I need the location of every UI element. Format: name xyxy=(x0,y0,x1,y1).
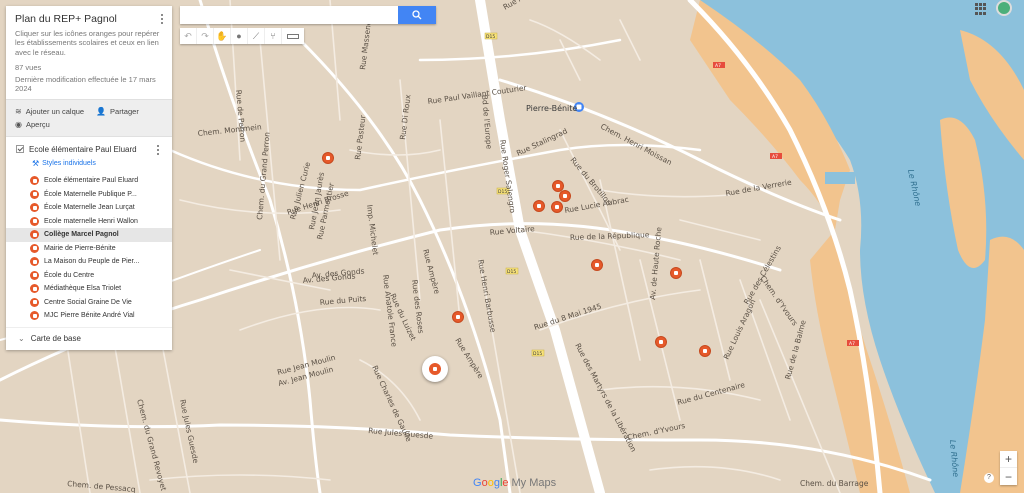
redo-button[interactable]: ↷ xyxy=(197,28,214,44)
add-person-icon: 👤 xyxy=(96,107,107,117)
place-item[interactable]: Médiathèque Elsa Triolet xyxy=(6,282,172,296)
layer-section: Ecole élémentaire Paul Eluard ⚒ Styles i… xyxy=(6,137,172,327)
city-hall-icon xyxy=(30,243,39,253)
apps-grid-icon[interactable] xyxy=(975,3,987,15)
share-button[interactable]: 👤 Partager xyxy=(96,107,139,116)
map-pin-book[interactable] xyxy=(591,259,603,271)
road-badge-label: A7 xyxy=(715,63,721,69)
zoom-controls: + − xyxy=(1000,451,1017,485)
road-badge-label: D15 xyxy=(533,351,542,357)
marker-icon: ● xyxy=(236,31,242,41)
street-label: Chem. du Barrage xyxy=(800,479,869,488)
layer-name[interactable]: Ecole élémentaire Paul Eluard xyxy=(29,145,137,154)
road-badge-label: A7 xyxy=(849,341,855,347)
map-options-icon[interactable] xyxy=(161,14,164,26)
place-item[interactable]: MJC Pierre Bénite André Vial xyxy=(6,309,172,323)
add-marker-button[interactable]: ● xyxy=(231,28,248,44)
undo-icon: ↶ xyxy=(184,30,192,41)
eye-icon: ◉ xyxy=(15,120,22,130)
preview-label: Aperçu xyxy=(25,120,50,130)
add-layer-label: Ajouter un calque xyxy=(25,107,85,117)
school-icon xyxy=(30,203,39,213)
zoom-out-button[interactable]: − xyxy=(1000,468,1017,485)
draw-line-button[interactable]: ⟋ xyxy=(248,28,265,44)
base-map-label: Carte de base xyxy=(30,333,81,343)
help-icon[interactable]: ? xyxy=(984,473,994,483)
map-pin-school[interactable] xyxy=(655,336,667,348)
place-item[interactable]: La Maison du Peuple de Pier... xyxy=(6,255,172,269)
google-my-maps-logo: Google My Maps xyxy=(473,477,557,489)
school-icon xyxy=(30,270,39,280)
map-pin-building[interactable] xyxy=(670,267,682,279)
places-list: Ecole élémentaire Paul Eluard École Mate… xyxy=(6,174,172,323)
measure-button[interactable] xyxy=(282,28,304,44)
chevron-down-icon: ⌄ xyxy=(18,333,25,343)
line-icon: ⟋ xyxy=(252,30,260,41)
place-item[interactable]: École Maternelle Jean Lurçat xyxy=(6,201,172,215)
directions-icon: ⑂ xyxy=(270,31,276,41)
map-toolbar: ↶ ↷ ✋ ● ⟋ ⑂ xyxy=(180,28,304,44)
redo-icon: ↷ xyxy=(201,30,209,41)
paint-roller-icon: ⚒ xyxy=(32,159,40,169)
last-modified: Dernière modification effectuée le 17 ma… xyxy=(15,75,156,94)
place-item[interactable]: Centre Social Graine De Vie xyxy=(6,296,172,310)
styles-label: Styles individuels xyxy=(42,160,96,168)
road-badge-label: D15 xyxy=(486,34,495,40)
zoom-in-button[interactable]: + xyxy=(1000,451,1017,468)
legend-panel: Plan du REP+ Pagnol Cliquer sur les icôn… xyxy=(6,6,172,350)
graduation-cap-icon xyxy=(30,230,39,240)
layer-visibility-checkbox[interactable] xyxy=(16,145,24,154)
panel-header: Plan du REP+ Pagnol Cliquer sur les icôn… xyxy=(6,6,172,99)
map-description: Cliquer sur les icônes oranges pour repé… xyxy=(15,29,160,57)
share-label: Partager xyxy=(110,107,139,117)
search-button[interactable] xyxy=(398,6,436,24)
base-map-toggle[interactable]: ⌄ Carte de base xyxy=(6,326,172,350)
avatar[interactable] xyxy=(996,0,1012,16)
map-pin-college-selected[interactable] xyxy=(422,356,448,382)
school-icon xyxy=(30,216,39,226)
place-item[interactable]: Ecole maternelle Henri Wallon xyxy=(6,215,172,229)
map-pin-building[interactable] xyxy=(452,311,464,323)
map-title: Plan du REP+ Pagnol xyxy=(15,13,117,25)
map-pin-city-hall[interactable] xyxy=(551,201,563,213)
school-icon xyxy=(30,189,39,199)
building-icon xyxy=(30,297,39,307)
individual-styles-link[interactable]: ⚒ Styles individuels xyxy=(32,159,172,168)
place-item[interactable]: Mairie de Pierre-Bénite xyxy=(6,242,172,256)
station-label: Pierre-Bénite xyxy=(526,103,577,113)
place-item[interactable]: Ecole élémentaire Paul Eluard xyxy=(6,174,172,188)
road-badge-label: D15 xyxy=(507,269,516,275)
road-badge-label: A7 xyxy=(772,154,778,160)
place-item-selected[interactable]: Collège Marcel Pagnol xyxy=(6,228,172,242)
map-pin-school[interactable] xyxy=(322,152,334,164)
hand-icon: ✋ xyxy=(216,30,228,41)
school-icon xyxy=(30,176,39,186)
directions-button[interactable]: ⑂ xyxy=(265,28,282,44)
map-pin-building[interactable] xyxy=(533,200,545,212)
layer-options-icon[interactable] xyxy=(157,145,160,157)
pan-tool-button[interactable]: ✋ xyxy=(214,28,231,44)
search-icon xyxy=(412,10,422,20)
map-pin-school[interactable] xyxy=(559,190,571,202)
panel-actions: ≋ Ajouter un calque 👤 Partager ◉ Aperçu xyxy=(6,99,172,138)
building-icon xyxy=(30,311,39,321)
search-input[interactable] xyxy=(180,6,396,24)
place-item[interactable]: École Maternelle Publique P... xyxy=(6,188,172,202)
building-icon xyxy=(30,257,39,267)
ruler-icon xyxy=(287,33,299,39)
undo-button[interactable]: ↶ xyxy=(180,28,197,44)
search-bar xyxy=(180,6,436,24)
book-icon xyxy=(30,284,39,294)
add-layer-button[interactable]: ≋ Ajouter un calque xyxy=(15,107,84,116)
place-item[interactable]: École du Centre xyxy=(6,269,172,283)
layers-icon: ≋ xyxy=(15,107,22,117)
view-count: 87 vues xyxy=(15,63,42,73)
map-pin-school[interactable] xyxy=(699,345,711,357)
preview-button[interactable]: ◉ Aperçu xyxy=(15,120,50,129)
